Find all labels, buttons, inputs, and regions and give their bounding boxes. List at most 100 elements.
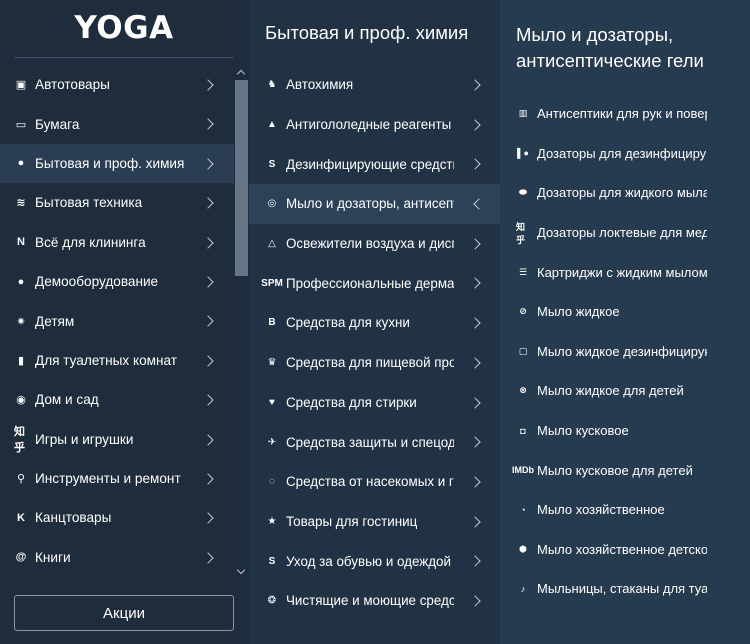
category-item-label: Бумага — [35, 116, 80, 132]
detail-item[interactable]: ⬬ Дозаторы для жидкого мыла — [500, 173, 750, 213]
spiral-icon: ◌ — [269, 476, 275, 488]
logo-divider — [14, 57, 234, 58]
detail-item-label: Мыло кусковое для детей — [537, 462, 693, 478]
subcategory-list: ♞ Автохимия ▲ Антигололедные реагенты S Дезин… — [249, 65, 500, 621]
subcategory-item-label: Средства от насекомых и грызунов — [286, 474, 454, 490]
scroll-up-arrow[interactable] — [235, 66, 247, 79]
subcategory-item[interactable]: ▲ Антигололедные реагенты — [249, 105, 500, 145]
yoga-logo[interactable]: YOGA — [14, 10, 234, 46]
category-item[interactable]: ▣ Автотовары — [0, 65, 234, 104]
detail-item[interactable]: ▢ Мыло жидкое дезинфицирующее — [500, 332, 750, 372]
subcategory-title: Бытовая и проф. химия — [265, 22, 469, 43]
category-item-label: Инструменты и ремонт — [35, 471, 181, 487]
bold-b-icon: B — [268, 317, 276, 329]
stack-s-icon: S — [268, 555, 276, 567]
chevron-right-icon — [469, 515, 481, 528]
subcategory-item-label: Дезинфицирующие средства — [286, 156, 454, 172]
arrow-down-icon — [236, 565, 246, 575]
chevron-right-icon — [202, 394, 214, 406]
chevron-right-icon — [202, 118, 214, 131]
detail-item[interactable]: ◘ Мыло кусковое — [500, 411, 750, 451]
target-icon: ◎ — [267, 198, 277, 210]
subcategory-item-label: Профессиональные дерматологические средс… — [286, 275, 454, 291]
category-item[interactable]: ● Демооборудование — [0, 262, 234, 301]
detail-item[interactable]: ⬢ Мыло хозяйственное детское — [500, 530, 750, 570]
scroll-down-arrow[interactable] — [235, 565, 247, 578]
category-item-label: Детям — [35, 313, 75, 329]
category-item[interactable]: ⚲ Инструменты и ремонт — [0, 459, 234, 498]
box-icon: ▢ — [518, 345, 528, 356]
subcategory-item-label: Средства защиты и спецодежда — [286, 434, 454, 450]
subcategory-item[interactable]: ♛ Средства для пищевой промышленности — [249, 343, 500, 383]
subcategory-item[interactable]: ✈ Средства защиты и спецодежда — [249, 422, 500, 462]
arrow-up-icon — [236, 69, 246, 79]
bus-icon: ⬬ — [519, 187, 527, 198]
detail-item[interactable]: ◔ Мыло хозяйственное — [500, 490, 750, 530]
subcategory-item-label: Антигололедные реагенты — [286, 117, 452, 133]
subcategory-item[interactable]: ◎ Мыло и дозаторы, антисептические гели — [249, 184, 500, 224]
chevron-right-icon — [469, 119, 481, 131]
wing-icon: ≋ — [16, 197, 26, 210]
category-item[interactable]: K Канцтовары — [0, 498, 234, 537]
subcategory-item[interactable]: ❂ Чистящие и моющие средства — [249, 581, 500, 621]
detail-item-label: Антисептики для рук и поверхностей — [537, 106, 707, 122]
subcategory-item[interactable]: ◌ Средства от насекомых и грызунов — [249, 462, 500, 502]
detail-item[interactable]: ▌● Дозаторы для дезинфицирующих средств — [500, 134, 750, 174]
category-item[interactable]: ✷ Детям — [0, 301, 234, 340]
subcategory-item[interactable]: △ Освежители воздуха и диспенсеры — [249, 224, 500, 264]
promo-button[interactable]: Акции — [14, 595, 234, 631]
subcategory-item[interactable]: ♞ Автохимия — [249, 65, 500, 105]
chevron-left-icon — [473, 198, 485, 210]
subcategory-item-label: Чистящие и моющие средства — [286, 593, 454, 609]
subcategory-item-label: Средства для пищевой промышленности — [286, 355, 454, 371]
chevron-right-icon — [469, 595, 481, 607]
chevron-right-icon — [469, 158, 481, 171]
category-item[interactable]: N Всё для клининга — [0, 223, 234, 262]
heart-icon: ♥ — [269, 396, 275, 408]
subcategory-item[interactable]: ★ Товары для гостиниц — [249, 502, 500, 542]
detail-item-label: Мыло кусковое — [537, 423, 629, 439]
chevron-right-icon — [469, 357, 481, 369]
detail-item-label: Мыло жидкое — [537, 304, 620, 320]
scrollbar-thumb[interactable] — [235, 80, 248, 276]
plane-icon: ✈ — [267, 436, 277, 448]
category-item[interactable]: ● Бытовая и проф. химия — [0, 143, 234, 184]
hexagon-icon: ⬢ — [519, 543, 527, 554]
grid-icon: ▥ — [518, 108, 528, 119]
subcategory-item-label: Автохимия — [286, 77, 354, 93]
subcategory-item[interactable]: B Средства для кухни — [249, 303, 500, 343]
square-dot-icon: ◘ — [520, 425, 526, 436]
detail-item-label: Мыло жидкое дезинфицирующее — [537, 343, 707, 359]
detail-item[interactable]: ☰ Картриджи с жидким мылом — [500, 252, 750, 292]
subcategory-panel: Бытовая и проф. химия ♞ Автохимия ▲ Антигол… — [249, 0, 500, 644]
chevron-right-icon — [469, 555, 481, 567]
detail-item[interactable]: ⊗ Мыло жидкое для детей — [500, 371, 750, 411]
chevron-right-icon — [202, 473, 214, 485]
spm-icon: SPM — [261, 277, 283, 289]
n-icon: N — [17, 236, 25, 249]
subcategory-item[interactable]: ♥ Средства для стирки — [249, 383, 500, 423]
chevron-right-icon — [202, 79, 214, 91]
detail-item[interactable]: ▥ Антисептики для рук и поверхностей — [500, 94, 750, 134]
subcategory-item[interactable]: SPMПрофессиональные дерматологические ср… — [249, 263, 500, 303]
detail-item[interactable]: 知乎 Дозаторы локтевые для медицинских учре… — [500, 213, 750, 253]
category-item[interactable]: ▭ Бумага — [0, 104, 234, 143]
detail-item[interactable]: ⊘ Мыло жидкое — [500, 292, 750, 332]
category-item-label: Бытовая техника — [35, 195, 143, 211]
detail-item-label: Дозаторы локтевые для медицинских учрежд… — [537, 225, 707, 241]
category-item[interactable]: ◉ Дом и сад — [0, 380, 234, 419]
category-item[interactable]: ▮ Для туалетных комнат — [0, 341, 234, 380]
chevron-right-icon — [202, 197, 214, 209]
patreon-icon: ▌● — [517, 148, 529, 159]
category-item[interactable]: 知乎 Игры и игрушки — [0, 420, 234, 459]
category-item[interactable]: ≋ Бытовая техника — [0, 183, 234, 222]
category-item[interactable]: @ Книги — [0, 538, 234, 577]
subcategory-item[interactable]: S Уход за обувью и одеждой — [249, 541, 500, 581]
zhihu-icon: 知乎 — [516, 221, 526, 245]
category-sidebar: YOGA ▣ Автотовары ▭ Бумага ● Бытовая и проф. … — [0, 0, 249, 644]
subcategory-item[interactable]: S Дезинфицирующие средства — [249, 144, 500, 184]
detail-item[interactable]: IMDb Мыло кусковое для детей — [500, 450, 750, 490]
detail-item[interactable]: ♪ Мыльницы, стаканы для туалетных принадл… — [500, 569, 750, 609]
swirl-icon: ◔ — [520, 504, 526, 515]
subcategory-item-label: Мыло и дозаторы, антисептические гели — [286, 196, 454, 212]
